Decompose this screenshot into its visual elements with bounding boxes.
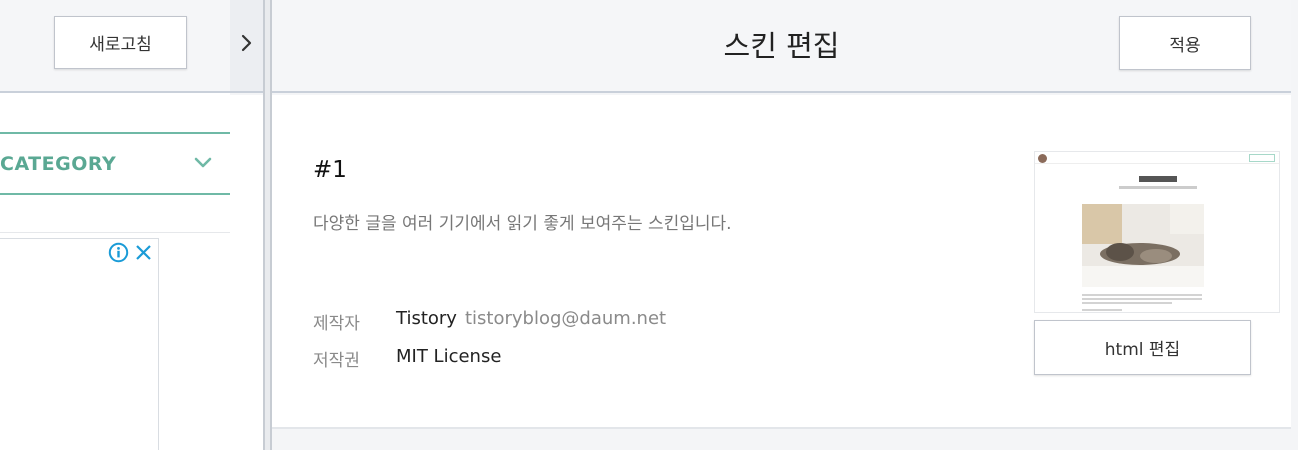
- thumbnail-text-line: [1082, 294, 1202, 296]
- html-edit-button[interactable]: html 편집: [1034, 320, 1251, 375]
- category-dropdown[interactable]: CATEGORY: [0, 132, 230, 195]
- thumbnail-heading: [1139, 176, 1177, 182]
- thumbnail-cat-photo: [1082, 204, 1204, 287]
- thumbnail-text-line: [1082, 309, 1122, 311]
- chevron-right-icon: [241, 34, 252, 52]
- collapse-toggle[interactable]: [230, 0, 263, 93]
- skin-number: #1: [313, 157, 347, 183]
- blog-preview-pane: 새로고침 CATEGORY: [0, 0, 230, 450]
- skin-thumbnail: [1034, 151, 1280, 313]
- preview-header: 새로고침: [0, 0, 230, 93]
- thumbnail-text-line: [1082, 298, 1202, 300]
- chevron-down-icon: [194, 157, 212, 168]
- collapse-strip-body: [230, 95, 263, 450]
- editor-header: 스킨 편집 적용: [272, 0, 1291, 93]
- ad-banner: [0, 238, 159, 450]
- thumbnail-button: [1249, 154, 1275, 162]
- apply-button[interactable]: 적용: [1119, 16, 1251, 70]
- info-icon[interactable]: [108, 242, 129, 263]
- skin-info-card: #1 다양한 글을 여러 기기에서 읽기 좋게 보여주는 스킨입니다. 제작자 …: [272, 95, 1291, 429]
- thumbnail-avatar: [1038, 154, 1047, 163]
- divider: [0, 232, 230, 233]
- author-name: Tistory: [396, 308, 457, 329]
- refresh-button[interactable]: 새로고침: [54, 16, 187, 69]
- skin-description: 다양한 글을 여러 기기에서 읽기 좋게 보여주는 스킨입니다.: [313, 214, 732, 234]
- thumbnail-text-line: [1082, 302, 1172, 304]
- skin-editor-pane: 스킨 편집 적용 #1 다양한 글을 여러 기기에서 읽기 좋게 보여주는 스킨…: [272, 0, 1291, 450]
- thumbnail-topbar: [1035, 152, 1279, 164]
- category-label: CATEGORY: [0, 152, 117, 175]
- author-label: 제작자: [313, 314, 360, 334]
- skin-editor-app: 새로고침 CATEGORY 스킨 편집 적용 #1 다양한 글을 여러 기기에서…: [0, 0, 1298, 450]
- license-value: MIT License: [396, 346, 502, 367]
- pane-splitter[interactable]: [263, 0, 272, 450]
- thumbnail-subtitle: [1119, 186, 1197, 189]
- license-label: 저작권: [313, 351, 360, 371]
- author-email: tistoryblog@daum.net: [465, 308, 667, 329]
- close-icon[interactable]: [134, 243, 153, 262]
